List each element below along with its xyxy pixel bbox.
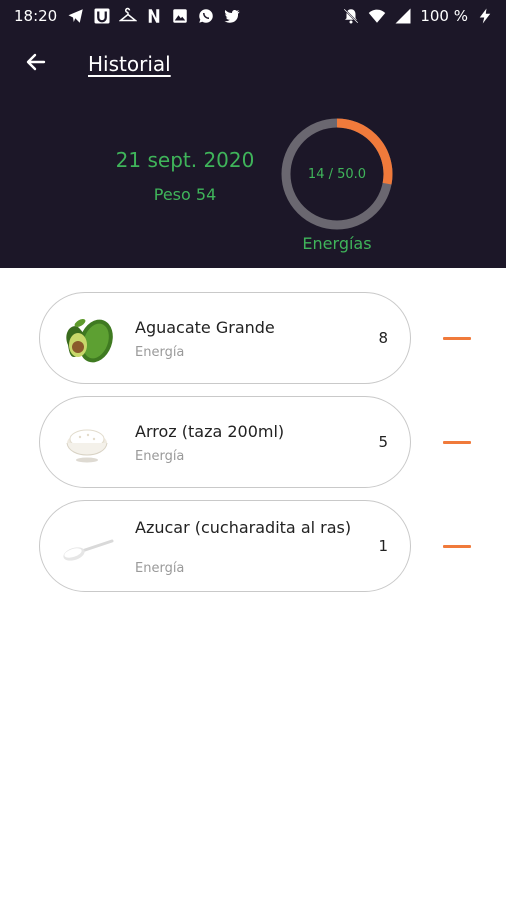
system-icons: 100 % xyxy=(342,7,494,25)
food-row: Aguacate Grande Energía 8 xyxy=(0,292,506,384)
signal-icon xyxy=(394,7,412,25)
summary-weight: Peso 54 xyxy=(153,185,217,204)
arrow-left-icon xyxy=(24,50,48,78)
rice-bowl-icon xyxy=(58,415,116,471)
food-row: Arroz (taza 200ml) Energía 5 xyxy=(0,396,506,488)
ring-label: Energías xyxy=(302,234,372,253)
food-category: Energía xyxy=(135,561,185,576)
telegram-icon xyxy=(67,7,85,25)
whatsapp-icon xyxy=(197,7,215,25)
twitter-icon xyxy=(223,7,241,25)
summary-date: 21 sept. 2020 xyxy=(115,148,255,172)
notifications-off-icon xyxy=(342,7,360,25)
page-title[interactable]: Historial xyxy=(88,52,171,76)
battery-percentage: 100 % xyxy=(420,7,468,25)
hanger-icon xyxy=(119,7,138,25)
image-icon xyxy=(171,7,189,25)
n-app-icon xyxy=(145,7,163,25)
status-bar: 18:20 100 % xyxy=(0,0,506,32)
avocado-icon xyxy=(58,311,116,367)
remove-button[interactable] xyxy=(436,426,478,458)
food-category: Energía xyxy=(135,449,185,464)
app-bar: Historial xyxy=(0,40,506,88)
energy-progress-ring: 14 / 50.0 xyxy=(277,114,397,234)
history-screen: 18:20 100 % Historial 21 sept. 2020 Peso… xyxy=(0,0,506,900)
remove-button[interactable] xyxy=(436,322,478,354)
u-app-icon xyxy=(93,7,111,25)
food-name: Aguacate Grande xyxy=(135,318,275,337)
notification-icons xyxy=(67,7,241,25)
food-quantity: 1 xyxy=(378,537,388,555)
back-button[interactable] xyxy=(12,40,60,88)
food-card[interactable]: Aguacate Grande Energía 8 xyxy=(39,292,411,384)
daily-summary: 21 sept. 2020 Peso 54 14 / 50.0 Energías xyxy=(0,110,506,260)
minus-icon xyxy=(443,440,471,444)
remove-button[interactable] xyxy=(436,530,478,562)
food-quantity: 8 xyxy=(378,329,388,347)
food-name: Azucar (cucharadita al ras) xyxy=(135,518,352,537)
charging-icon xyxy=(476,7,494,25)
food-card[interactable]: Arroz (taza 200ml) Energía 5 xyxy=(39,396,411,488)
wifi-icon xyxy=(368,7,386,25)
status-time: 18:20 xyxy=(14,7,58,25)
minus-icon xyxy=(443,544,471,548)
minus-icon xyxy=(443,336,471,340)
ring-value: 14 / 50.0 xyxy=(307,166,367,182)
food-category: Energía xyxy=(135,345,185,360)
sugar-spoon-icon xyxy=(58,519,116,575)
food-card[interactable]: Azucar (cucharadita al ras) Energía 1 xyxy=(39,500,411,592)
food-quantity: 5 xyxy=(378,433,388,451)
food-list: Aguacate Grande Energía 8 Arroz (taza 20… xyxy=(0,292,506,604)
food-name: Arroz (taza 200ml) xyxy=(135,422,285,441)
food-row: Azucar (cucharadita al ras) Energía 1 xyxy=(0,500,506,592)
